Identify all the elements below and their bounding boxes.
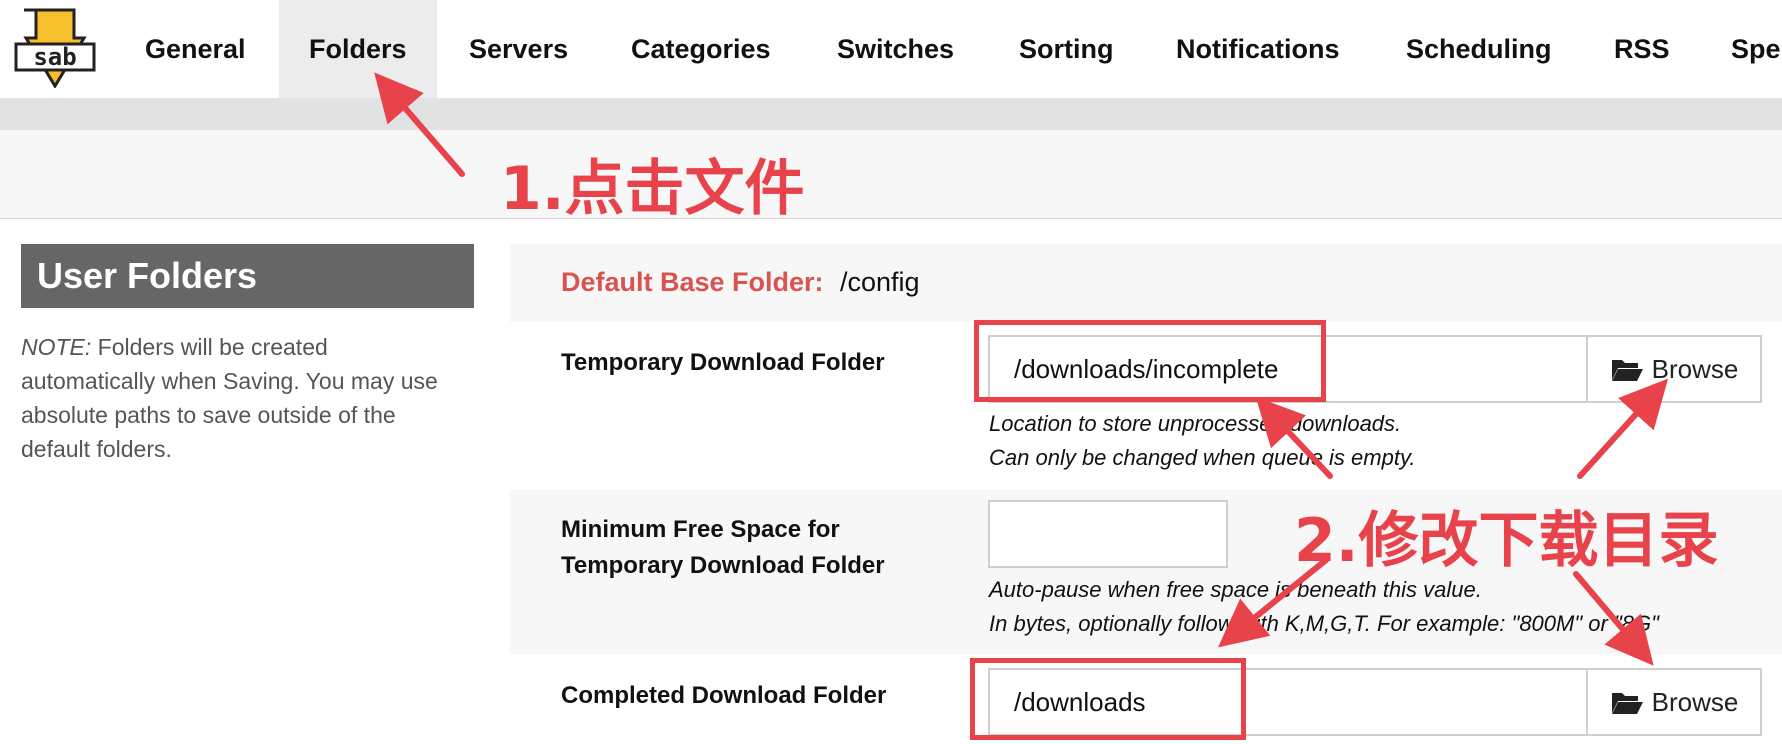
tab-folders[interactable]: Folders xyxy=(279,0,437,98)
tab-general[interactable]: General xyxy=(145,0,246,98)
logo-text: sab xyxy=(33,43,76,71)
temp-folder-input[interactable] xyxy=(988,335,1588,403)
min-free-hint-line2: In bytes, optionally follow with K,M,G,T… xyxy=(989,611,1659,636)
section-header-band xyxy=(0,130,1782,219)
tab-categories[interactable]: Categories xyxy=(631,0,771,98)
temp-folder-label: Temporary Download Folder xyxy=(561,349,885,376)
tab-sorting[interactable]: Sorting xyxy=(1019,0,1114,98)
annotation-step1: 1.点击文件 xyxy=(500,154,805,224)
folder-open-icon xyxy=(1611,693,1643,714)
arrow-to-temp-browse xyxy=(1577,378,1669,479)
min-free-label-line1: Minimum Free Space for xyxy=(561,516,840,543)
tab-servers[interactable]: Servers xyxy=(469,0,568,98)
tab-notifications[interactable]: Notifications xyxy=(1176,0,1340,98)
complete-folder-input[interactable] xyxy=(988,668,1588,736)
base-folder-value: /config xyxy=(840,267,920,297)
complete-folder-label: Completed Download Folder xyxy=(561,682,887,709)
nav-divider-bar xyxy=(0,98,1782,130)
folders-note: NOTE: Folders will be created automatica… xyxy=(21,330,461,466)
complete-browse-button[interactable]: Browse xyxy=(1586,668,1762,736)
tab-rss[interactable]: RSS xyxy=(1614,0,1670,98)
temp-browse-button[interactable]: Browse xyxy=(1586,335,1762,403)
tab-special[interactable]: Spe xyxy=(1731,0,1781,98)
temp-browse-label: Browse xyxy=(1651,353,1739,384)
temp-hint-line2: Can only be changed when queue is empty. xyxy=(989,445,1416,470)
base-folder-label: Default Base Folder: xyxy=(561,267,824,297)
sab-logo[interactable]: sab xyxy=(14,8,96,88)
min-free-input[interactable] xyxy=(988,500,1228,568)
complete-browse-label: Browse xyxy=(1651,686,1739,717)
tab-scheduling[interactable]: Scheduling xyxy=(1406,0,1552,98)
folder-open-icon xyxy=(1611,360,1643,381)
user-folders-heading: User Folders xyxy=(21,244,474,308)
temp-hint-line1: Location to store unprocessed downloads. xyxy=(989,411,1402,436)
note-prefix: NOTE: xyxy=(21,334,92,360)
min-free-label-line2: Temporary Download Folder xyxy=(561,552,885,579)
top-nav: sab General Folders Servers Categories S… xyxy=(0,0,1782,98)
annotation-step2: 2.修改下载目录 xyxy=(1294,506,1719,576)
tab-switches[interactable]: Switches xyxy=(837,0,954,98)
